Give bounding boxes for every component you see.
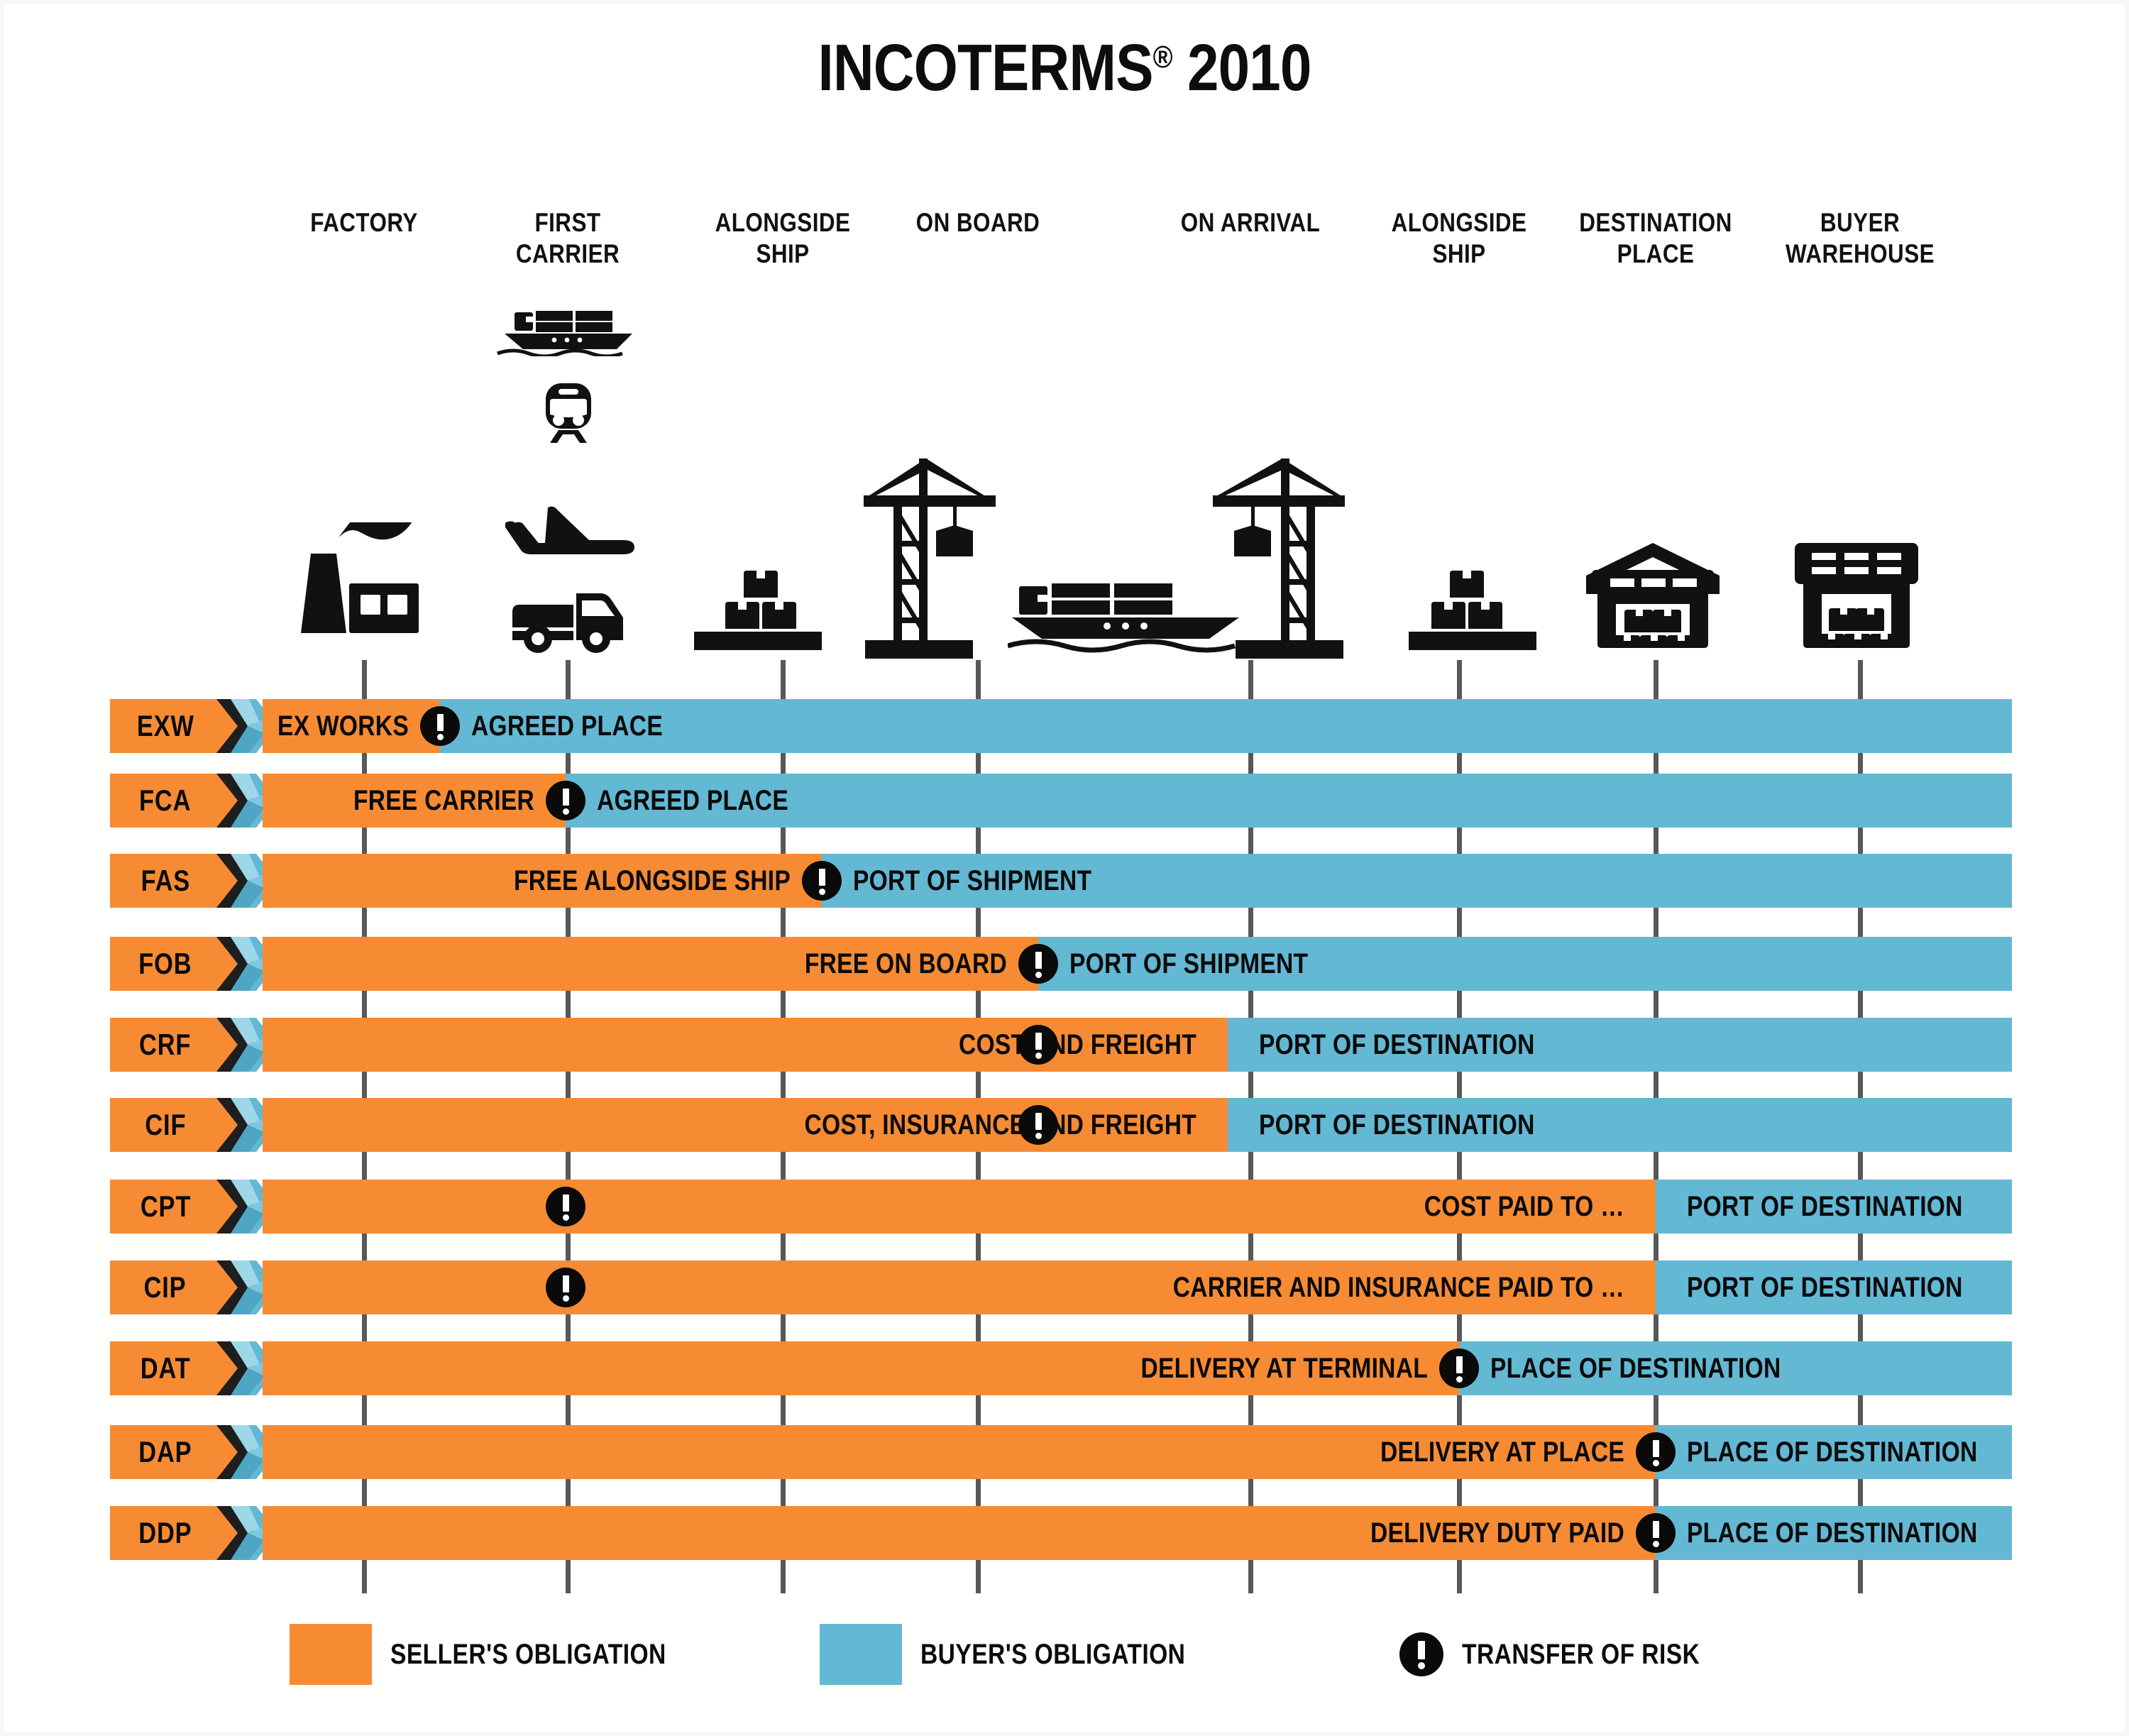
buyer-obligation-label: AGREED PLACE [597,784,788,816]
transfer-of-risk-icon [1636,1432,1676,1472]
buyer-obligation-label: PORT OF DESTINATION [1687,1271,1963,1303]
incoterm-code-label: DAP [138,1435,192,1468]
incoterm-code-label: CRF [139,1028,192,1061]
seller-obligation-label: DELIVERY AT PLACE [1380,1436,1624,1468]
incoterm-row[interactable]: FAS FREE ALONGSIDE SHIP PORT OF SHIPMENT [110,854,2012,908]
buyer-obligation-label: PORT OF DESTINATION [1259,1109,1535,1141]
legend: SELLER'S OBLIGATION BUYER'S OBLIGATION T… [0,1618,2129,1696]
incoterm-row[interactable]: CIP CARRIER AND INSURANCE PAID TO … PORT O… [110,1260,2012,1314]
seller-obligation-label: COST, INSURANCE AND FREIGHT [804,1109,1196,1141]
transfer-of-risk-icon [546,781,585,820]
seller-obligation-label: CARRIER AND INSURANCE PAID TO … [1172,1271,1624,1303]
transfer-of-risk-icon [1018,1025,1058,1065]
incoterm-code-label: DDP [138,1516,192,1549]
seller-obligation-label: DELIVERY DUTY PAID [1370,1517,1624,1549]
buyer-obligation-label: PORT OF DESTINATION [1687,1190,1963,1222]
legend-risk-label: TRANSFER OF RISK [1462,1638,1700,1670]
incoterm-code-label: EXW [136,709,194,742]
incoterm-code-label: FCA [139,784,192,817]
buyer-obligation-label: AGREED PLACE [471,710,663,742]
incoterm-row[interactable]: DAT DELIVERY AT TERMINAL PLACE OF DESTINAT… [110,1341,2012,1395]
incoterm-row[interactable]: EXW EX WORKS AGREED PLACE [110,699,2012,753]
legend-buyer: BUYER'S OBLIGATION [820,1624,1236,1685]
legend-buyer-label: BUYER'S OBLIGATION [920,1638,1186,1670]
incoterm-code-label: CIF [145,1108,186,1141]
seller-obligation-label: COST AND FREIGHT [958,1028,1196,1060]
seller-obligation-label: FREE CARRIER [353,784,534,816]
incoterm-code-label: CIP [144,1270,187,1304]
transfer-of-risk-icon [546,1187,585,1226]
transfer-of-risk-icon [1439,1348,1479,1388]
seller-obligation-label: FREE ALONGSIDE SHIP [514,864,791,896]
incoterm-row[interactable]: FOB FREE ON BOARD PORT OF SHIPMENT [110,937,2012,991]
incoterm-code-label: CPT [140,1190,191,1223]
incoterm-row[interactable]: DAP DELIVERY AT PLACE PLACE OF DESTINATION [110,1425,2012,1479]
seller-obligation-label: COST PAID TO … [1424,1190,1624,1222]
transfer-of-risk-icon [1399,1632,1443,1676]
legend-seller: SELLER'S OBLIGATION [290,1624,719,1685]
seller-obligation-label: FREE ON BOARD [804,947,1007,979]
transfer-of-risk-icon [1018,1105,1058,1145]
buyer-obligation-label: PLACE OF DESTINATION [1490,1352,1781,1384]
incoterm-row[interactable]: FCA FREE CARRIER AGREED PLACE [110,774,2012,828]
incoterm-code-label: FOB [138,947,192,980]
incoterm-row[interactable]: DDP DELIVERY DUTY PAID PLACE OF DESTINATIO… [110,1506,2012,1560]
incoterms-rows: EXW EX WORKS AGREED PLACE FCA FREE CARRIER AG… [0,0,2129,1736]
transfer-of-risk-icon [802,861,842,901]
incoterm-row[interactable]: CRF COST AND FREIGHT PORT OF DESTINATION [110,1018,2012,1072]
incoterm-row[interactable]: CIF COST, INSURANCE AND FREIGHT PORT OF DE… [110,1098,2012,1152]
transfer-of-risk-icon [1018,944,1058,984]
seller-swatch [290,1624,372,1685]
legend-risk: TRANSFER OF RISK [1399,1632,1745,1676]
buyer-obligation-label: PLACE OF DESTINATION [1687,1436,1978,1468]
buyer-obligation-label: PLACE OF DESTINATION [1687,1517,1978,1549]
buyer-swatch [820,1624,902,1685]
incoterm-code-label: DAT [140,1351,191,1385]
buyer-obligation-label: PORT OF DESTINATION [1259,1028,1535,1060]
incoterm-row[interactable]: CPT COST PAID TO … PORT OF DESTINATION [110,1180,2012,1234]
transfer-of-risk-icon [420,706,460,746]
legend-seller-label: SELLER'S OBLIGATION [390,1638,666,1670]
incoterm-code-label: FAS [141,864,190,897]
transfer-of-risk-icon [546,1268,585,1307]
seller-obligation-label: DELIVERY AT TERMINAL [1140,1352,1428,1384]
buyer-obligation-label: PORT OF SHIPMENT [1069,947,1309,979]
transfer-of-risk-icon [1636,1513,1676,1553]
buyer-obligation-label: PORT OF SHIPMENT [853,864,1092,896]
seller-obligation-label: EX WORKS [277,710,409,742]
